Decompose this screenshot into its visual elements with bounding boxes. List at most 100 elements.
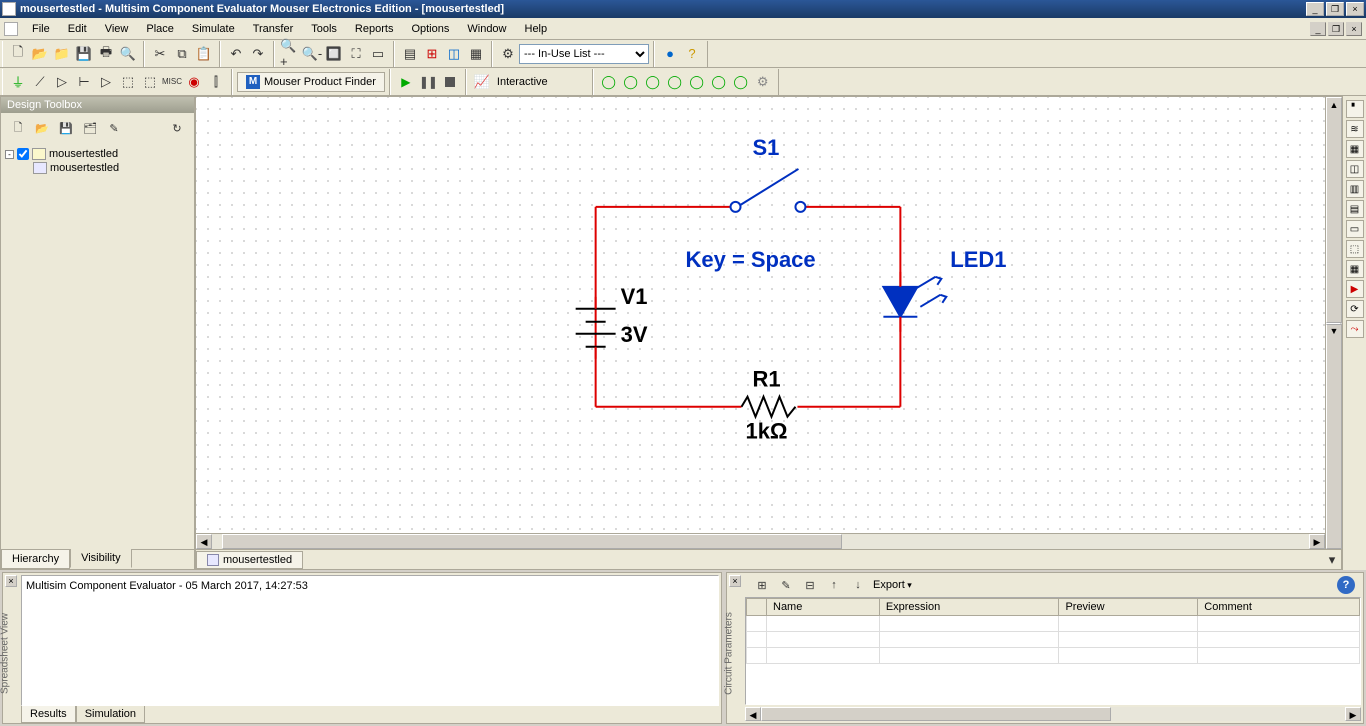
instrument-logic-button[interactable]: ▦ <box>1346 260 1364 278</box>
open-example-button[interactable]: 📁 <box>51 43 73 65</box>
maximize-button[interactable]: ❐ <box>1326 2 1344 16</box>
params-add-button[interactable]: ⊞ <box>753 576 771 594</box>
instrument-2-button[interactable]: ◯ <box>620 71 642 93</box>
zoom-area-button[interactable]: 🔲 <box>323 43 345 65</box>
toolbox-save-button[interactable]: 💾 <box>57 119 75 137</box>
mdi-restore-button[interactable]: ❐ <box>1328 22 1344 36</box>
menu-options[interactable]: Options <box>403 20 457 38</box>
close-button[interactable]: × <box>1346 2 1364 16</box>
menu-window[interactable]: Window <box>459 20 514 38</box>
tree-root-checkbox[interactable] <box>17 148 29 160</box>
instrument-3-button[interactable]: ◯ <box>642 71 664 93</box>
toolbox-saveall-button[interactable]: 🗂 <box>81 119 99 137</box>
scroll-left-button[interactable]: ◀ <box>196 534 212 549</box>
table-row[interactable] <box>747 648 1360 664</box>
col-expression[interactable]: Expression <box>879 599 1059 616</box>
component-led1[interactable] <box>883 272 946 332</box>
component-s1[interactable] <box>731 169 806 212</box>
instrument-5-button[interactable]: ◯ <box>686 71 708 93</box>
menu-help[interactable]: Help <box>517 20 556 38</box>
grapher-button[interactable]: ⊞ <box>421 43 443 65</box>
params-scroll-right[interactable]: ▶ <box>1345 707 1361 721</box>
tree-toggle[interactable]: - <box>5 150 14 159</box>
col-comment[interactable]: Comment <box>1198 599 1360 616</box>
breadboard-button[interactable]: ▦ <box>465 43 487 65</box>
inuse-select[interactable]: --- In-Use List --- <box>519 44 649 64</box>
mouser-product-finder-button[interactable]: M Mouser Product Finder <box>237 72 385 92</box>
menu-reports[interactable]: Reports <box>347 20 402 38</box>
instrument-bode-button[interactable]: ▤ <box>1346 200 1364 218</box>
instrument-7-button[interactable]: ◯ <box>730 71 752 93</box>
col-name[interactable]: Name <box>767 599 880 616</box>
zoom-fit-button[interactable]: ⛶ <box>345 43 367 65</box>
menu-simulate[interactable]: Simulate <box>184 20 243 38</box>
spreadsheet-view-button[interactable]: ▤ <box>399 43 421 65</box>
instrument-1-button[interactable]: ◯ <box>598 71 620 93</box>
place-source-button[interactable]: ⏚ <box>7 71 29 93</box>
run-button[interactable]: ▶ <box>395 71 417 93</box>
open-button[interactable]: 📂 <box>29 43 51 65</box>
instrument-labview-button[interactable]: ⟳ <box>1346 300 1364 318</box>
zoom-out-button[interactable]: 🔍- <box>301 43 323 65</box>
undo-button[interactable]: ↶ <box>225 43 247 65</box>
component-button[interactable]: ⚙ <box>497 43 519 65</box>
params-up-button[interactable]: ↑ <box>825 576 843 594</box>
place-cmos-button[interactable]: ⬚ <box>139 71 161 93</box>
tree-root-label[interactable]: mousertestled <box>49 148 118 160</box>
params-hscroll[interactable]: ◀ ▶ <box>745 707 1361 721</box>
menu-place[interactable]: Place <box>138 20 182 38</box>
tree-child-label[interactable]: mousertestled <box>50 162 119 174</box>
menu-view[interactable]: View <box>97 20 137 38</box>
place-bus-button[interactable]: ⫿ <box>205 71 227 93</box>
instrument-funcgen-button[interactable]: ≋ <box>1346 120 1364 138</box>
params-help-button[interactable]: ? <box>1337 576 1355 594</box>
instrument-wattmeter-button[interactable]: ▦ <box>1346 140 1364 158</box>
fullscreen-button[interactable]: ▭ <box>367 43 389 65</box>
vertical-scrollbar[interactable]: ▲ ▼ <box>1325 97 1341 549</box>
minimize-button[interactable]: _ <box>1306 2 1324 16</box>
copy-button[interactable]: ⧉ <box>171 43 193 65</box>
place-analog-button[interactable]: ▷ <box>95 71 117 93</box>
params-delete-button[interactable]: ⊟ <box>801 576 819 594</box>
params-scroll-left[interactable]: ◀ <box>745 707 761 721</box>
spreadsheet-close-button[interactable]: × <box>5 575 17 587</box>
pause-button[interactable]: ❚❚ <box>417 71 439 93</box>
postprocessor-button[interactable]: ◫ <box>443 43 465 65</box>
place-misc-button[interactable]: MISC <box>161 71 183 93</box>
cut-button[interactable]: ✂ <box>149 43 171 65</box>
scroll-thumb-v[interactable] <box>1326 323 1341 325</box>
tab-hierarchy[interactable]: Hierarchy <box>1 550 70 569</box>
zoom-in-button[interactable]: 🔍+ <box>279 43 301 65</box>
toolbox-open-button[interactable]: 📂 <box>33 119 51 137</box>
menu-tools[interactable]: Tools <box>303 20 345 38</box>
place-diode-button[interactable]: ▷ <box>51 71 73 93</box>
toolbox-rename-button[interactable]: ✎ <box>105 119 123 137</box>
params-grid[interactable]: Name Expression Preview Comment <box>745 597 1361 705</box>
print-button[interactable]: 🖶 <box>95 43 117 65</box>
tab-simulation[interactable]: Simulation <box>76 706 145 723</box>
stop-button[interactable] <box>439 71 461 93</box>
place-ttl-button[interactable]: ⬚ <box>117 71 139 93</box>
instrument-freq-button[interactable]: ▭ <box>1346 220 1364 238</box>
analysis-icon[interactable]: 📈 <box>471 71 493 93</box>
place-transistor-button[interactable]: ⊢ <box>73 71 95 93</box>
scroll-right-button[interactable]: ▶ <box>1309 534 1325 549</box>
settings-button[interactable]: ⚙ <box>752 71 774 93</box>
instrument-probe-button[interactable]: ▶ <box>1346 280 1364 298</box>
document-tab[interactable]: mousertestled <box>196 551 303 569</box>
help-button[interactable]: ? <box>681 43 703 65</box>
menu-file[interactable]: File <box>24 20 58 38</box>
scroll-down-button[interactable]: ▼ <box>1326 323 1342 549</box>
paste-button[interactable]: 📋 <box>193 43 215 65</box>
export-button[interactable]: Export <box>873 579 912 591</box>
schematic-canvas[interactable]: S1 Key = Space V1 3V <box>196 97 1325 533</box>
print-preview-button[interactable]: 🔍 <box>117 43 139 65</box>
instrument-6-button[interactable]: ◯ <box>708 71 730 93</box>
scroll-up-button[interactable]: ▲ <box>1326 97 1342 323</box>
table-row[interactable] <box>747 616 1360 632</box>
params-close-button[interactable]: × <box>729 575 741 587</box>
mdi-close-button[interactable]: × <box>1346 22 1362 36</box>
instrument-wordgen-button[interactable]: ⬚ <box>1346 240 1364 258</box>
electrical-rules-button[interactable]: ● <box>659 43 681 65</box>
component-r1[interactable] <box>742 397 796 417</box>
